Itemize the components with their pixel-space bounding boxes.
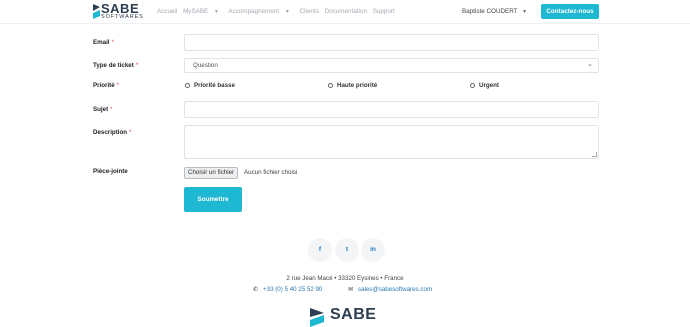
ticket-type-value: Question <box>193 62 218 69</box>
facebook-icon[interactable]: f <box>308 238 332 262</box>
required-mark: * <box>135 62 139 69</box>
nav-clients[interactable]: Clients <box>300 8 319 15</box>
description-textarea[interactable] <box>184 125 599 159</box>
nav-accueil[interactable]: Accueil <box>157 8 177 15</box>
nav-mysabe[interactable]: MySABE ▼ <box>183 8 223 15</box>
subject-label: Sujet * <box>93 106 113 113</box>
logo-mark-icon <box>310 308 324 327</box>
priority-radio-high[interactable]: Haute priorité <box>328 82 377 89</box>
attachment-label: Pièce-jointe <box>93 168 128 175</box>
required-mark: * <box>111 39 114 46</box>
twitter-icon[interactable]: t <box>335 238 359 262</box>
chevron-down-icon: ▼ <box>522 9 528 15</box>
ticket-type-label: Type de ticket * <box>93 62 139 69</box>
user-menu[interactable]: Baptiste COUDERT ▼ <box>462 8 527 15</box>
sabe-logo[interactable]: SABE SOFTWARES <box>93 1 145 21</box>
user-name: Baptiste COUDERT <box>462 8 518 15</box>
chevron-down-icon: ▼ <box>284 9 290 15</box>
phone-link[interactable]: ✆ +33 (0) 5 40 25 52 90 <box>253 286 322 293</box>
description-label: Description * <box>93 129 132 136</box>
chevron-down-icon: ⌄ <box>587 61 593 68</box>
radio-circle-icon <box>328 82 333 88</box>
email-field[interactable] <box>184 34 599 51</box>
choose-file-button[interactable]: Choisir un fichier <box>184 167 239 179</box>
no-file-text: Aucun fichier choisi <box>244 169 298 176</box>
radio-circle-icon <box>185 82 190 88</box>
logo-mark-icon <box>93 4 100 19</box>
nav-documentation[interactable]: Documentation <box>325 8 367 15</box>
main-nav: Accueil MySABE ▼ Accompagnement ▼ Client… <box>157 8 399 15</box>
resize-handle-icon[interactable] <box>592 152 597 157</box>
priority-label: Priorité * <box>93 82 120 89</box>
nav-support[interactable]: Support <box>373 8 395 15</box>
top-navbar: SABE SOFTWARES Accueil MySABE ▼ Accompag… <box>0 0 690 24</box>
required-mark: * <box>116 82 120 89</box>
phone-icon: ✆ <box>253 287 259 293</box>
footer-logo-text: SABE <box>330 306 377 323</box>
subject-field[interactable] <box>184 101 599 118</box>
required-mark: * <box>110 106 113 113</box>
ticket-type-select[interactable]: Question ⌄ <box>184 58 599 73</box>
contact-button[interactable]: Contactez-nous <box>541 4 599 19</box>
linkedin-icon[interactable]: in <box>361 238 385 262</box>
logo-subtitle: SOFTWARES <box>101 14 144 20</box>
email-label: Email * <box>93 39 114 46</box>
chevron-down-icon: ▼ <box>214 9 219 15</box>
envelope-icon: ✉ <box>348 287 354 293</box>
email-link[interactable]: ✉ sales@sabesoftwares.com <box>348 286 432 293</box>
required-mark: * <box>129 129 132 136</box>
nav-accompagnement[interactable]: Accompagnement ▼ <box>228 8 293 15</box>
submit-button[interactable]: Soumettre <box>184 187 242 212</box>
priority-radio-low[interactable]: Priorité basse <box>185 82 235 89</box>
company-address: 2 rue Jean Macé • 33320 Eysines • France <box>286 275 404 282</box>
radio-circle-icon <box>470 82 475 88</box>
priority-radio-urgent[interactable]: Urgent <box>470 82 499 89</box>
footer-logo[interactable]: SABE <box>310 306 390 327</box>
